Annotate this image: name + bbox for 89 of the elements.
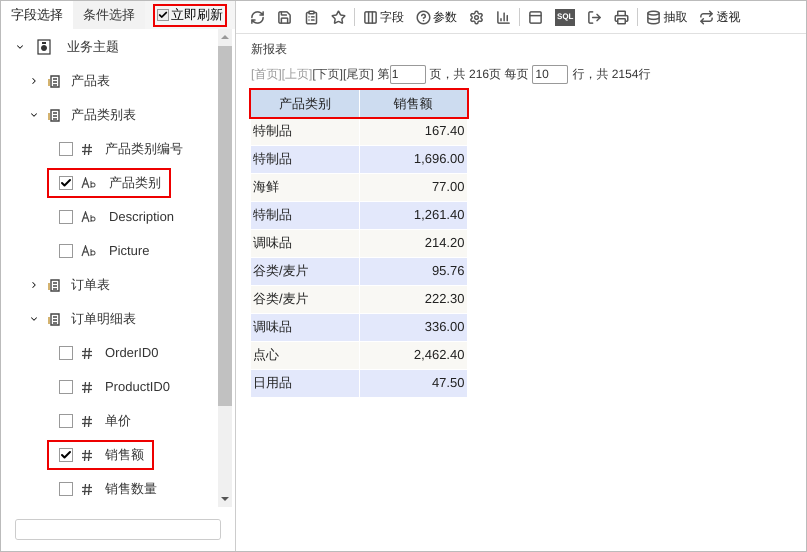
subject-icon bbox=[37, 39, 51, 55]
check-icon bbox=[158, 10, 168, 20]
tree-label[interactable]: 订单明细表 bbox=[71, 309, 136, 329]
scrollbar[interactable] bbox=[218, 29, 232, 507]
check-icon bbox=[60, 449, 72, 461]
table-cell: 谷类/麦片 bbox=[251, 257, 359, 285]
table-cell: 调味品 bbox=[251, 229, 359, 257]
hash-icon bbox=[81, 414, 93, 428]
toolbar-button[interactable]: 参数 bbox=[410, 5, 463, 29]
field-label[interactable]: Description bbox=[109, 207, 174, 227]
table-cell: 95.76 bbox=[359, 257, 467, 285]
clipboard-icon bbox=[304, 10, 319, 24]
hash-icon bbox=[81, 482, 93, 496]
star-icon bbox=[331, 10, 346, 24]
scroll-down-icon[interactable] bbox=[221, 497, 229, 501]
checkbox[interactable] bbox=[59, 142, 73, 156]
table-cell: 222.30 bbox=[359, 285, 467, 313]
field-label[interactable]: ProductID0 bbox=[105, 377, 170, 397]
hash-icon bbox=[81, 448, 93, 462]
table-cell: 谷类/麦片 bbox=[251, 285, 359, 313]
checkbox[interactable] bbox=[59, 448, 73, 462]
tree-label[interactable]: 产品类别表 bbox=[71, 105, 136, 125]
checkbox[interactable] bbox=[59, 380, 73, 394]
toolbar-button[interactable]: 透视 bbox=[693, 5, 746, 29]
checkbox[interactable] bbox=[59, 346, 73, 360]
check-icon bbox=[60, 177, 72, 189]
table-cell: 77.00 bbox=[359, 173, 467, 201]
page-size-field[interactable]: 10 bbox=[532, 64, 568, 84]
hash-icon bbox=[81, 346, 93, 360]
table-cell: 点心 bbox=[251, 341, 359, 369]
text-type-icon bbox=[81, 211, 97, 223]
layout-icon bbox=[528, 10, 543, 24]
text-type-icon bbox=[81, 177, 97, 189]
table-cell: 336.00 bbox=[359, 313, 467, 341]
tree-label[interactable]: 产品表 bbox=[71, 71, 110, 91]
text-type-icon bbox=[81, 245, 97, 257]
field-icon bbox=[363, 10, 378, 24]
toolbar-button[interactable]: 字段 bbox=[357, 5, 410, 29]
field-label[interactable]: OrderID0 bbox=[105, 343, 158, 363]
checkbox[interactable] bbox=[59, 176, 73, 190]
table-cell: 47.50 bbox=[359, 369, 467, 397]
field-label[interactable]: 单价 bbox=[105, 411, 131, 431]
tree-label[interactable]: 订单表 bbox=[71, 275, 110, 295]
checkbox[interactable] bbox=[59, 482, 73, 496]
field-label[interactable]: 销售额 bbox=[105, 445, 144, 465]
pager-text: 第 bbox=[378, 66, 390, 83]
settings-icon bbox=[469, 10, 484, 24]
toolbar-button[interactable]: 抽取 bbox=[640, 5, 694, 29]
field-label[interactable]: Picture bbox=[109, 241, 150, 261]
bar-chart-icon bbox=[496, 10, 511, 24]
save-icon bbox=[277, 10, 292, 24]
table-cell: 1,261.40 bbox=[359, 201, 467, 229]
column-header: 销售额 bbox=[359, 90, 467, 117]
help-icon bbox=[416, 10, 431, 24]
search-field[interactable] bbox=[15, 518, 221, 540]
table-cell: 特制品 bbox=[251, 145, 359, 173]
table-cell: 2,462.40 bbox=[359, 341, 467, 369]
field-label[interactable]: 销售数量 bbox=[105, 479, 157, 499]
table-cell: 167.40 bbox=[359, 117, 467, 145]
column-header: 产品类别 bbox=[251, 90, 359, 117]
checkbox[interactable] bbox=[59, 414, 73, 428]
auto-refresh-checkbox[interactable]: 立即刷新 bbox=[153, 4, 227, 26]
checkbox[interactable] bbox=[59, 210, 73, 224]
table-cell: 特制品 bbox=[251, 201, 359, 229]
refresh-icon bbox=[250, 10, 265, 24]
field-label[interactable]: 产品类别编号 bbox=[105, 139, 183, 159]
table-cell: 日用品 bbox=[251, 369, 359, 397]
pager-link[interactable]: [尾页] bbox=[343, 65, 374, 83]
pager-link[interactable]: [下页] bbox=[312, 65, 344, 83]
printer-icon bbox=[614, 10, 630, 24]
sql-button[interactable]: SQL bbox=[555, 8, 576, 26]
table-cell: 海鲜 bbox=[251, 173, 359, 201]
table-cell: 特制品 bbox=[251, 117, 359, 145]
hash-icon bbox=[81, 142, 93, 156]
report-title: 新报表 bbox=[251, 41, 288, 58]
field-label[interactable]: 产品类别 bbox=[109, 173, 161, 193]
table-cell: 214.20 bbox=[359, 229, 467, 257]
pager-text: 页，共 216页 每页 bbox=[430, 66, 528, 83]
pager-text: 行，共 2154行 bbox=[572, 66, 650, 83]
database-icon bbox=[646, 10, 662, 24]
panel-tab[interactable]: 字段选择 bbox=[1, 1, 73, 29]
exit-icon bbox=[587, 10, 602, 24]
page-field[interactable]: 1 bbox=[390, 64, 426, 84]
swap-icon bbox=[699, 10, 714, 24]
checkbox[interactable] bbox=[59, 244, 73, 258]
tree-label[interactable]: 业务主题 bbox=[67, 37, 119, 57]
table-cell: 调味品 bbox=[251, 313, 359, 341]
hash-icon bbox=[81, 380, 93, 394]
table-cell: 1,696.00 bbox=[359, 145, 467, 173]
